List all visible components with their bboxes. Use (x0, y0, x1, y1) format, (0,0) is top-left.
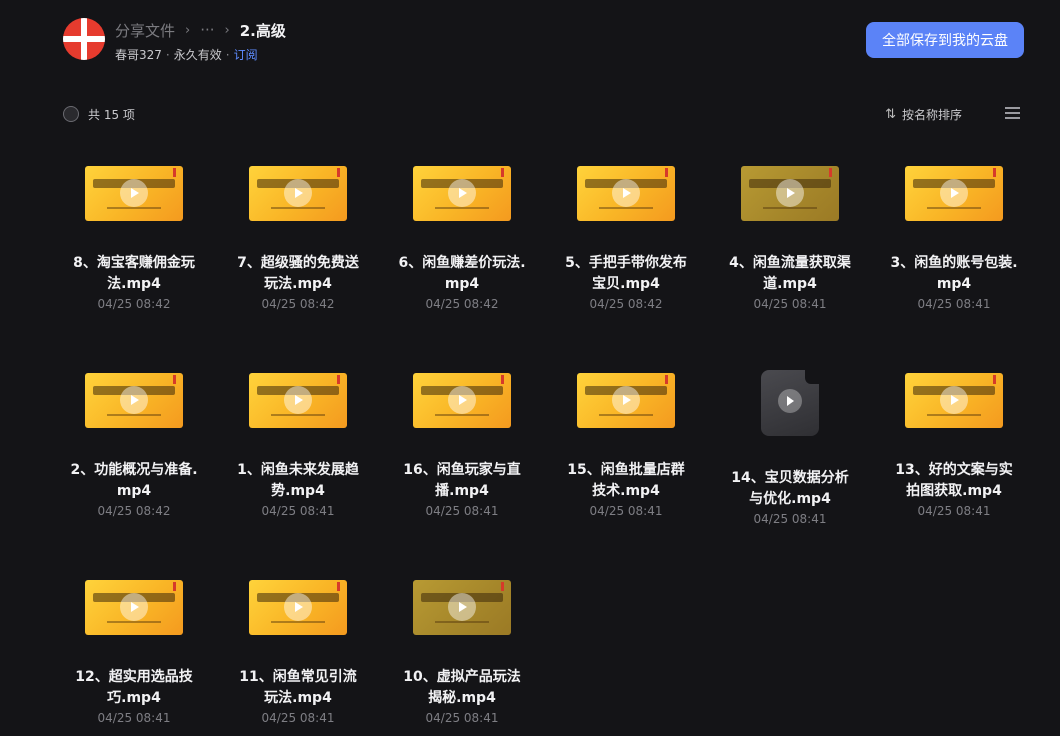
play-icon (284, 179, 312, 207)
video-thumbnail (249, 166, 347, 221)
file-item[interactable]: 14、宝贝数据分析与优化.mp4 04/25 08:41 (708, 370, 872, 526)
play-icon (284, 386, 312, 414)
video-thumbnail (741, 166, 839, 221)
file-name[interactable]: 12、超实用选品技巧.mp4 (69, 667, 199, 709)
video-thumbnail (577, 166, 675, 221)
file-date: 04/25 08:42 (97, 297, 171, 311)
file-date: 04/25 08:42 (425, 297, 499, 311)
file-grid: 8、淘宝客赚佣金玩法.mp4 04/25 08:42 7、超级骚的免费送玩法.mp4… (0, 0, 1060, 736)
file-item[interactable]: 16、闲鱼玩家与直播.mp4 04/25 08:41 (380, 373, 544, 518)
play-icon (448, 386, 476, 414)
play-icon (448, 593, 476, 621)
file-date: 04/25 08:42 (589, 297, 663, 311)
file-date: 04/25 08:41 (589, 504, 663, 518)
play-icon (448, 179, 476, 207)
video-thumbnail (905, 373, 1003, 428)
file-name[interactable]: 16、闲鱼玩家与直播.mp4 (397, 460, 527, 502)
play-icon (778, 389, 802, 413)
file-date: 04/25 08:41 (261, 504, 335, 518)
play-icon (940, 179, 968, 207)
video-thumbnail (905, 166, 1003, 221)
file-date: 04/25 08:41 (753, 297, 827, 311)
file-name[interactable]: 10、虚拟产品玩法揭秘.mp4 (397, 667, 527, 709)
video-thumbnail (85, 580, 183, 635)
file-item[interactable]: 6、闲鱼赚差价玩法.mp4 04/25 08:42 (380, 166, 544, 311)
file-item[interactable]: 15、闲鱼批量店群技术.mp4 04/25 08:41 (544, 373, 708, 518)
play-icon (120, 386, 148, 414)
file-name[interactable]: 6、闲鱼赚差价玩法.mp4 (397, 253, 527, 295)
file-date: 04/25 08:41 (97, 711, 171, 725)
play-icon (120, 593, 148, 621)
file-item[interactable]: 8、淘宝客赚佣金玩法.mp4 04/25 08:42 (52, 166, 216, 311)
file-date: 04/25 08:42 (261, 297, 335, 311)
file-date: 04/25 08:41 (917, 297, 991, 311)
video-thumbnail (413, 580, 511, 635)
video-thumbnail (413, 166, 511, 221)
video-thumbnail (85, 373, 183, 428)
file-name[interactable]: 5、手把手带你发布宝贝.mp4 (561, 253, 691, 295)
file-name[interactable]: 8、淘宝客赚佣金玩法.mp4 (69, 253, 199, 295)
file-name[interactable]: 1、闲鱼未来发展趋势.mp4 (233, 460, 363, 502)
file-item[interactable]: 7、超级骚的免费送玩法.mp4 04/25 08:42 (216, 166, 380, 311)
video-thumbnail (85, 166, 183, 221)
play-icon (284, 593, 312, 621)
file-name[interactable]: 11、闲鱼常见引流玩法.mp4 (233, 667, 363, 709)
file-item[interactable]: 13、好的文案与实拍图获取.mp4 04/25 08:41 (872, 373, 1036, 518)
file-date: 04/25 08:41 (425, 711, 499, 725)
file-item[interactable]: 1、闲鱼未来发展趋势.mp4 04/25 08:41 (216, 373, 380, 518)
file-name[interactable]: 3、闲鱼的账号包装.mp4 (889, 253, 1019, 295)
video-thumbnail (413, 373, 511, 428)
file-name[interactable]: 2、功能概况与准备.mp4 (69, 460, 199, 502)
file-item[interactable]: 12、超实用选品技巧.mp4 04/25 08:41 (52, 580, 216, 725)
file-date: 04/25 08:41 (917, 504, 991, 518)
file-item[interactable]: 2、功能概况与准备.mp4 04/25 08:42 (52, 373, 216, 518)
file-item[interactable]: 3、闲鱼的账号包装.mp4 04/25 08:41 (872, 166, 1036, 311)
video-thumbnail (249, 580, 347, 635)
play-icon (120, 179, 148, 207)
file-date: 04/25 08:41 (425, 504, 499, 518)
file-name[interactable]: 14、宝贝数据分析与优化.mp4 (725, 468, 855, 510)
file-item[interactable]: 10、虚拟产品玩法揭秘.mp4 04/25 08:41 (380, 580, 544, 725)
file-name[interactable]: 15、闲鱼批量店群技术.mp4 (561, 460, 691, 502)
file-item[interactable]: 4、闲鱼流量获取渠道.mp4 04/25 08:41 (708, 166, 872, 311)
video-thumbnail (249, 373, 347, 428)
video-file-icon (761, 370, 819, 436)
play-icon (940, 386, 968, 414)
file-name[interactable]: 4、闲鱼流量获取渠道.mp4 (725, 253, 855, 295)
file-date: 04/25 08:42 (97, 504, 171, 518)
file-name[interactable]: 7、超级骚的免费送玩法.mp4 (233, 253, 363, 295)
play-icon (612, 386, 640, 414)
play-icon (776, 179, 804, 207)
file-item[interactable]: 11、闲鱼常见引流玩法.mp4 04/25 08:41 (216, 580, 380, 725)
file-item[interactable]: 5、手把手带你发布宝贝.mp4 04/25 08:42 (544, 166, 708, 311)
play-icon (612, 179, 640, 207)
file-date: 04/25 08:41 (261, 711, 335, 725)
video-thumbnail (577, 373, 675, 428)
file-date: 04/25 08:41 (753, 512, 827, 526)
file-name[interactable]: 13、好的文案与实拍图获取.mp4 (889, 460, 1019, 502)
